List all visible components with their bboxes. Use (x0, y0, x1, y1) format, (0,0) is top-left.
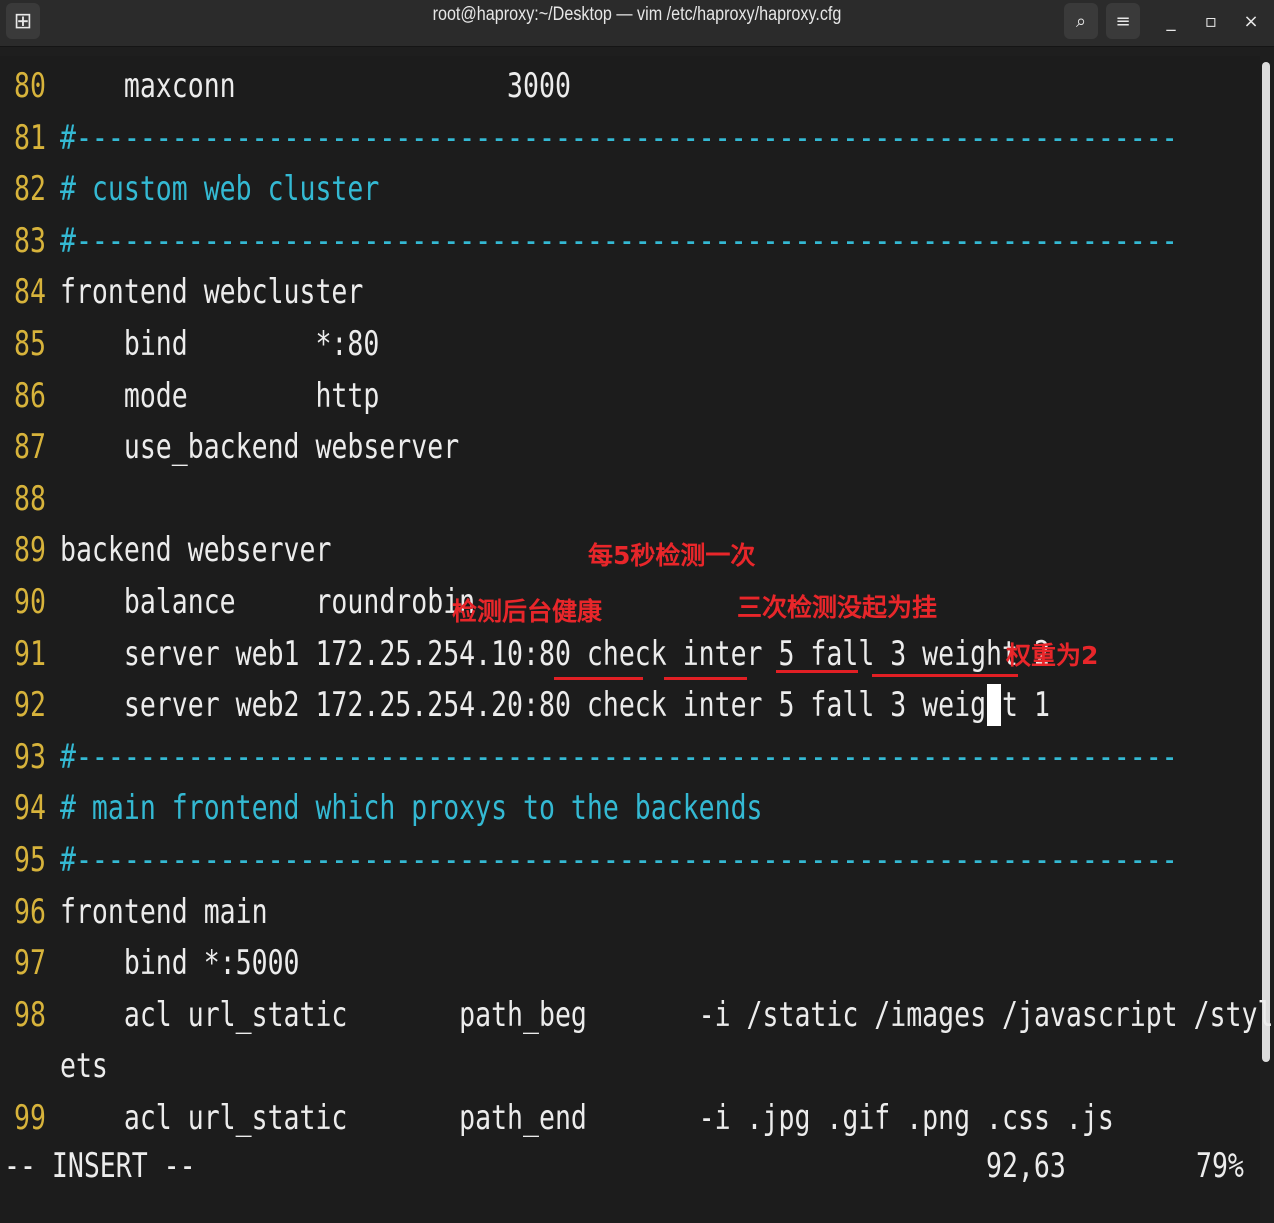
line-number: 93 (14, 736, 46, 777)
code-text: acl url_static path_end -i .jpg .gif .pn… (60, 1098, 1114, 1138)
line-number: 88 (14, 478, 46, 519)
code-text: frontend webcluster (60, 272, 364, 313)
minimize-icon[interactable]: _ (1154, 3, 1188, 39)
vim-mode-indicator: -- INSERT -- (4, 1146, 196, 1186)
code-text: bind *:80 (60, 324, 380, 364)
line-number: 82 (14, 169, 46, 210)
line-number: 92 (14, 685, 46, 726)
line-number: 84 (14, 272, 46, 313)
code-text: frontend main (60, 891, 268, 932)
annotation-health-check: 检测后台健康 (452, 597, 603, 626)
code-text: balance roundrobin (60, 582, 476, 622)
line-number: 80 (14, 66, 46, 106)
line-number: 97 (14, 943, 46, 984)
scroll-percent: 79% (1196, 1146, 1244, 1186)
underline-fall (776, 670, 858, 673)
code-text: server web1 172.25.254.10:80 check inter… (60, 633, 1050, 674)
line-number: 94 (14, 788, 46, 829)
code-text: maxconn 3000 (60, 66, 571, 106)
close-icon[interactable]: × (1234, 3, 1268, 39)
text-cursor (987, 684, 1001, 726)
underline-weight (872, 674, 1018, 677)
line-number: 90 (14, 582, 46, 622)
line-number: 81 (14, 117, 46, 158)
line-number: 98 (14, 994, 46, 1035)
code-text: server web2 172.25.254.20:80 check inter… (60, 685, 1050, 726)
underline-inter (664, 677, 747, 680)
new-tab-icon[interactable]: ⊞ (6, 3, 40, 39)
comment-text: #---------------------------------------… (60, 117, 1178, 158)
menu-icon[interactable]: ≡ (1106, 3, 1140, 39)
line-number: 86 (14, 375, 46, 416)
title-bar: ⊞ root@haproxy:~/Desktop — vim /etc/hapr… (0, 0, 1274, 47)
search-icon[interactable]: ⌕ (1064, 3, 1098, 39)
comment-text: #---------------------------------------… (60, 220, 1178, 261)
comment-text: #---------------------------------------… (60, 840, 1178, 880)
annotation-every-5s: 每5秒检测一次 (588, 541, 756, 570)
code-text: bind *:5000 (60, 943, 300, 984)
scrollbar[interactable] (1262, 62, 1270, 1062)
code-text: use_backend webserver (60, 427, 460, 468)
window-title: root@haproxy:~/Desktop — vim /etc/haprox… (432, 4, 842, 25)
line-number: 95 (14, 840, 46, 880)
line-number: 96 (14, 891, 46, 932)
comment-text: # custom web cluster (60, 169, 380, 210)
line-number: 87 (14, 427, 46, 468)
cursor-position: 92,63 (986, 1146, 1066, 1186)
comment-text: # main frontend which proxys to the back… (60, 788, 763, 829)
line-number: 89 (14, 530, 46, 571)
comment-text: #---------------------------------------… (60, 736, 1178, 777)
line-number: 91 (14, 633, 46, 674)
code-text: ets (60, 1046, 108, 1087)
underline-check (554, 677, 643, 680)
code-text: acl url_static path_beg -i /static /imag… (60, 994, 1274, 1035)
code-text: mode http (60, 375, 380, 416)
line-number: 99 (14, 1098, 46, 1138)
code-text: backend webserver (60, 530, 332, 571)
line-number: 83 (14, 220, 46, 261)
annotation-weight-2: 权重为2 (1006, 641, 1099, 670)
line-number: 85 (14, 324, 46, 364)
annotation-three-fails: 三次检测没起为挂 (737, 593, 938, 622)
maximize-icon[interactable]: ▫ (1194, 3, 1228, 39)
